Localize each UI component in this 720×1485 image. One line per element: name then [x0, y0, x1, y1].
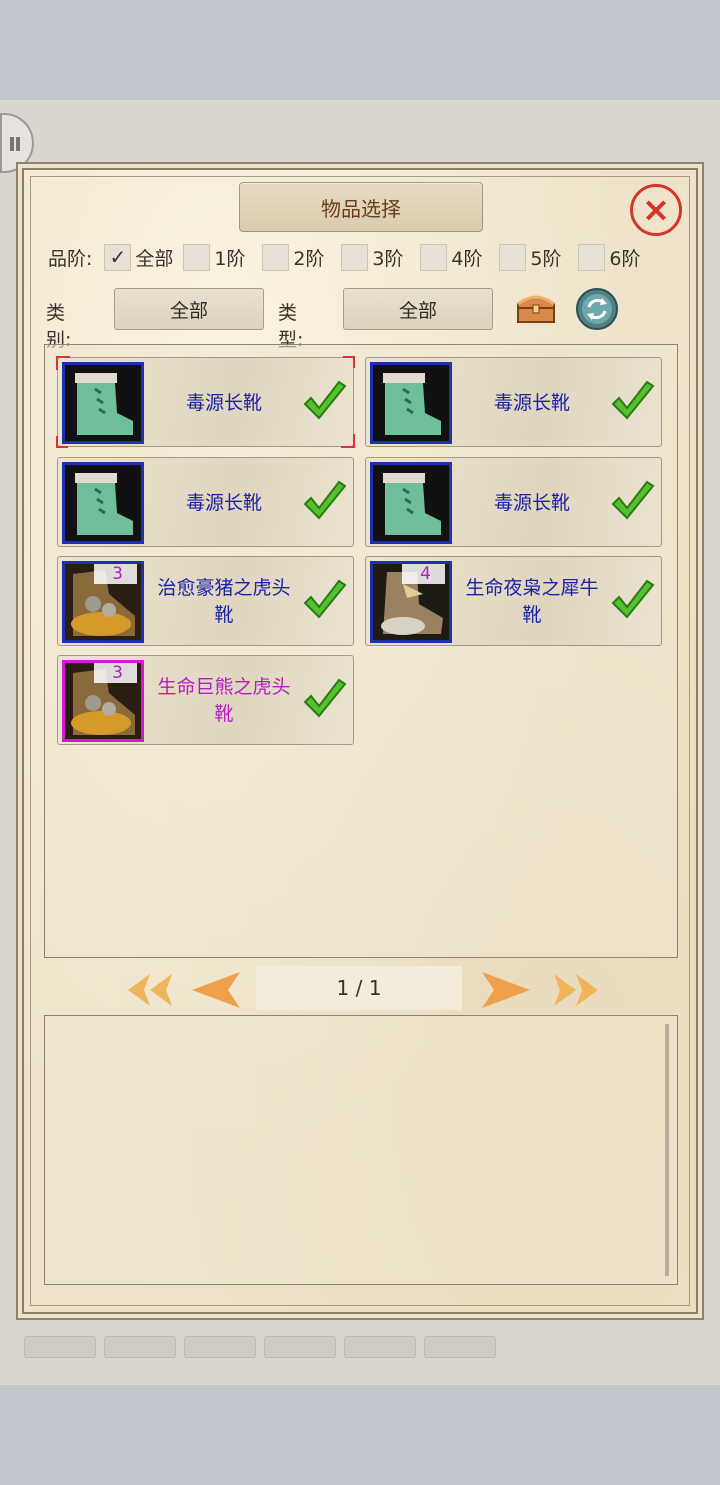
- last-page-icon[interactable]: [544, 970, 604, 1010]
- tiger-boot-icon: 3: [62, 561, 144, 643]
- dialog-title: 物品选择: [239, 182, 483, 232]
- prev-page-icon[interactable]: [188, 970, 248, 1010]
- green-boot-icon: [370, 362, 452, 444]
- item-level-badge: 4: [402, 564, 445, 584]
- green-boot-icon: [62, 362, 144, 444]
- item-card[interactable]: 3 生命巨熊之虎头靴: [57, 655, 354, 745]
- pause-icon: [10, 137, 14, 151]
- background-tab: [424, 1336, 496, 1358]
- close-button[interactable]: ×: [630, 184, 682, 236]
- green-boot-icon: [370, 462, 452, 544]
- quality-label: 品阶:: [48, 247, 93, 270]
- item-level-badge: 3: [94, 663, 137, 683]
- check-icon: [611, 579, 655, 619]
- check-icon: [303, 678, 347, 718]
- check-icon: [303, 579, 347, 619]
- item-name: 毒源长靴: [493, 391, 570, 414]
- pagination: 1 / 1: [24, 960, 700, 1020]
- quality-option-5[interactable]: 5阶: [499, 243, 575, 271]
- quality-checkbox-2[interactable]: [262, 243, 290, 271]
- item-card[interactable]: 毒源长靴: [57, 457, 354, 547]
- item-level-badge: 3: [94, 564, 137, 584]
- next-page-icon[interactable]: [474, 970, 534, 1010]
- tiger-boot-icon: 3: [62, 660, 144, 742]
- rhino-boot-icon: 4: [370, 561, 452, 643]
- page-indicator: 1 / 1: [256, 966, 462, 1010]
- type-select[interactable]: 全部: [343, 288, 493, 330]
- quality-option-2[interactable]: 2阶: [262, 243, 338, 271]
- close-icon: ×: [641, 190, 671, 230]
- treasure-chest-icon[interactable]: [514, 288, 558, 328]
- item-name: 毒源长靴: [493, 491, 570, 514]
- check-icon: [303, 480, 347, 520]
- item-card[interactable]: 毒源长靴: [365, 357, 662, 447]
- quality-checkbox-all[interactable]: ✓: [104, 243, 132, 271]
- quality-option-label: 4阶: [451, 247, 483, 270]
- item-card[interactable]: 3 治愈豪猪之虎头靴: [57, 556, 354, 646]
- item-description-panel: [44, 1015, 678, 1285]
- quality-checkbox-4[interactable]: [420, 243, 448, 271]
- item-name: 毒源长靴: [185, 391, 262, 414]
- item-card[interactable]: 毒源长靴: [56, 356, 355, 448]
- item-card[interactable]: 4 生命夜枭之犀牛靴: [365, 556, 662, 646]
- description-scrollbar[interactable]: [665, 1024, 669, 1276]
- quality-option-label: 1阶: [214, 247, 246, 270]
- check-icon: [611, 480, 655, 520]
- quality-option-all[interactable]: ✓ 全部: [104, 243, 180, 271]
- background-tab: [264, 1336, 336, 1358]
- quality-option-1[interactable]: 1阶: [183, 243, 259, 271]
- item-name: 生命巨熊之虎头靴: [157, 676, 291, 725]
- check-icon: [303, 380, 347, 420]
- quality-option-label: 3阶: [372, 247, 404, 270]
- check-icon: [611, 380, 655, 420]
- item-select-dialog: 物品选择 × 品阶: ✓ 全部 1阶 2阶 3阶 4阶 5阶 6阶 类别: 全部…: [22, 168, 698, 1314]
- quality-checkbox-5[interactable]: [499, 243, 527, 271]
- quality-checkbox-6[interactable]: [578, 243, 606, 271]
- background-tab: [184, 1336, 256, 1358]
- item-name: 治愈豪猪之虎头靴: [157, 577, 291, 626]
- quality-filter-row: 品阶: ✓ 全部 1阶 2阶 3阶 4阶 5阶 6阶: [48, 242, 657, 272]
- quality-option-6[interactable]: 6阶: [578, 243, 654, 271]
- background-tab: [344, 1336, 416, 1358]
- first-page-icon[interactable]: [122, 970, 182, 1010]
- quality-option-label: 5阶: [530, 247, 562, 270]
- item-name: 毒源长靴: [185, 491, 262, 514]
- quality-option-label: 6阶: [609, 247, 641, 270]
- item-card[interactable]: 毒源长靴: [365, 457, 662, 547]
- quality-checkbox-1[interactable]: [183, 243, 211, 271]
- quality-option-3[interactable]: 3阶: [341, 243, 417, 271]
- quality-option-label: 全部: [135, 247, 174, 270]
- quality-option-label: 2阶: [293, 247, 325, 270]
- background-tab: [104, 1336, 176, 1358]
- item-name: 生命夜枭之犀牛靴: [465, 577, 599, 626]
- green-boot-icon: [62, 462, 144, 544]
- items-grid: 毒源长靴 毒源长靴 毒源长靴 毒源长靴 3 治愈豪猪之虎头靴 4 生命夜枭之犀牛…: [44, 344, 678, 958]
- background-tab: [24, 1336, 96, 1358]
- category-select[interactable]: 全部: [114, 288, 264, 330]
- refresh-icon[interactable]: [575, 287, 619, 331]
- selection-corner: [343, 356, 355, 368]
- quality-checkbox-3[interactable]: [341, 243, 369, 271]
- quality-option-4[interactable]: 4阶: [420, 243, 496, 271]
